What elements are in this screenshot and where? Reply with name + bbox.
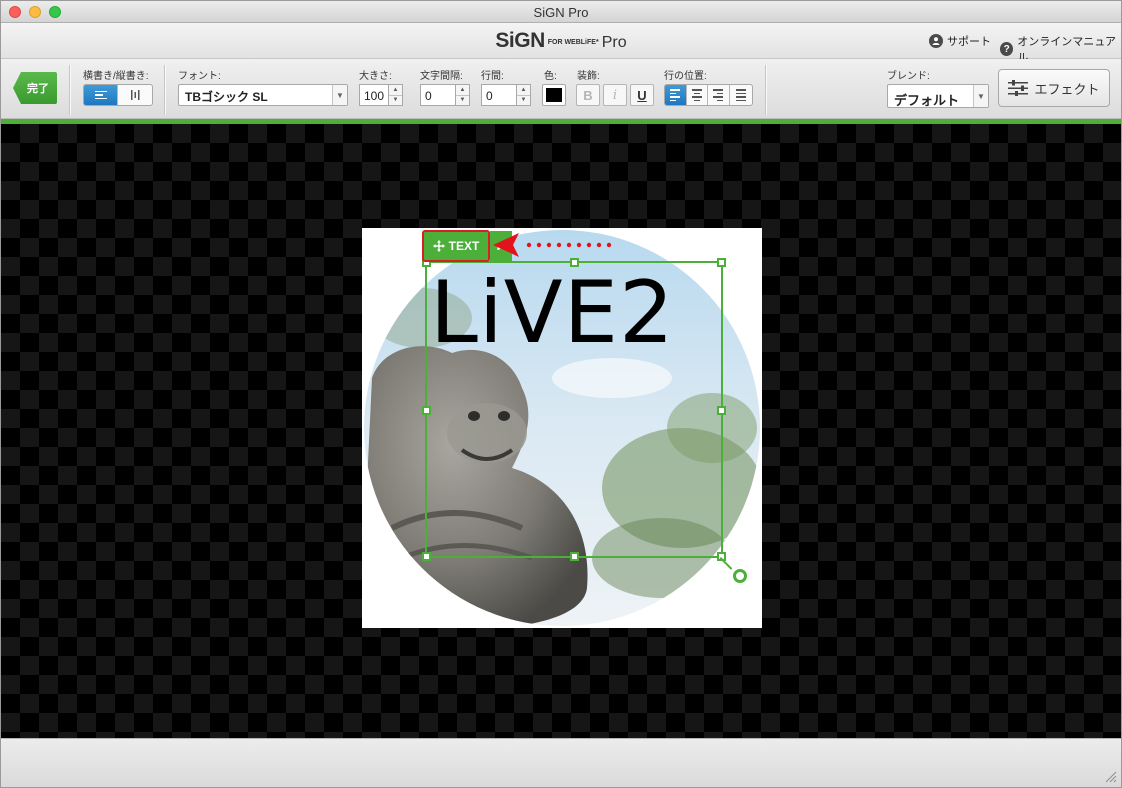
- font-value: TBゴシック SL: [185, 90, 268, 104]
- blend-select[interactable]: デフォルト ▼: [887, 84, 989, 108]
- toolbar-divider: [69, 65, 70, 115]
- blend-value: デフォルト: [894, 93, 960, 108]
- line-spacing-decrement-button[interactable]: ▼: [517, 96, 530, 106]
- effect-label: エフェクト: [1034, 81, 1100, 97]
- effect-button[interactable]: エフェクト: [998, 69, 1110, 107]
- horizontal-writing-button[interactable]: [84, 85, 119, 105]
- app-window: SiGN Pro SiGN FOR WEBLiFE* Pro サポート ? オンライ…: [0, 0, 1122, 788]
- window-title: SiGN Pro: [533, 5, 589, 20]
- toolbar-divider: [164, 65, 165, 115]
- horizontal-text-icon: [94, 90, 107, 100]
- alignment-toggle: [664, 84, 753, 106]
- toolbar-divider: [765, 65, 766, 115]
- font-label: フォント:: [178, 71, 221, 82]
- size-stepper: 100 ▲ ▼: [359, 84, 403, 106]
- font-select[interactable]: TBゴシック SL ▼: [178, 84, 348, 106]
- line-spacing-input[interactable]: 0: [481, 84, 517, 106]
- sliders-icon: [1008, 80, 1029, 96]
- support-label: サポート: [947, 36, 991, 48]
- text-layer[interactable]: LiVE2: [430, 270, 675, 356]
- char-spacing-increment-button[interactable]: ▲: [456, 85, 469, 96]
- move-icon: [432, 240, 445, 252]
- align-left-icon: [670, 89, 681, 101]
- resize-grip-icon[interactable]: [1103, 769, 1117, 783]
- orientation-toggle: [83, 84, 153, 106]
- logo-pro-text: Pro: [601, 34, 627, 51]
- canvas-workspace[interactable]: LiVE2 TEXT: [1, 124, 1121, 738]
- align-center-icon: [691, 89, 702, 101]
- size-increment-button[interactable]: ▲: [389, 85, 402, 96]
- vertical-text-icon: [131, 90, 140, 100]
- align-center-button[interactable]: [687, 85, 709, 105]
- char-spacing-stepper: 0 ▲ ▼: [420, 84, 470, 106]
- align-justify-button[interactable]: [730, 85, 752, 105]
- size-decrement-button[interactable]: ▼: [389, 96, 402, 106]
- size-input[interactable]: 100: [359, 84, 389, 106]
- alignment-label: 行の位置:: [664, 71, 707, 82]
- orientation-label: 横書き/縦書き:: [83, 71, 149, 82]
- italic-button[interactable]: i: [603, 84, 627, 106]
- chevron-down-icon: ▼: [973, 85, 988, 107]
- text-move-button[interactable]: TEXT: [422, 230, 490, 262]
- text-toolbar: 完了 横書き/縦書き: フォント: TBゴシック SL ▼ 大きさ: 100 ▲: [1, 59, 1121, 119]
- text-tag-label: TEXT: [448, 239, 480, 253]
- color-label: 色:: [544, 71, 557, 82]
- align-right-button[interactable]: [708, 85, 730, 105]
- char-spacing-decrement-button[interactable]: ▼: [456, 96, 469, 106]
- line-spacing-label: 行間:: [481, 71, 504, 82]
- align-right-icon: [713, 89, 724, 101]
- logo-main-text: SiGN: [495, 29, 545, 52]
- text-color-swatch[interactable]: [542, 84, 566, 106]
- bold-button[interactable]: B: [576, 84, 600, 106]
- underline-button[interactable]: U: [630, 84, 654, 106]
- size-label: 大きさ:: [359, 71, 392, 82]
- vertical-writing-button[interactable]: [118, 85, 152, 105]
- done-button[interactable]: 完了: [13, 72, 57, 104]
- support-link[interactable]: サポート: [929, 33, 991, 49]
- align-left-button[interactable]: [665, 85, 687, 105]
- user-icon: [929, 34, 943, 48]
- char-spacing-input[interactable]: 0: [420, 84, 456, 106]
- help-icon: ?: [1000, 42, 1014, 56]
- annotation-arrow: [493, 233, 612, 257]
- artboard[interactable]: LiVE2: [362, 228, 762, 628]
- line-spacing-stepper: 0 ▲ ▼: [481, 84, 531, 106]
- status-bar: [1, 738, 1121, 787]
- logo-sub-text: FOR WEBLiFE*: [547, 39, 599, 46]
- app-header: SiGN FOR WEBLiFE* Pro サポート ? オンラインマニュアル: [1, 23, 1121, 64]
- chevron-down-icon: ▼: [332, 85, 347, 105]
- blend-label: ブレンド:: [887, 71, 930, 82]
- align-justify-icon: [735, 89, 746, 101]
- line-spacing-increment-button[interactable]: ▲: [517, 85, 530, 96]
- color-swatch-fill: [546, 88, 562, 102]
- decoration-label: 装飾:: [577, 71, 600, 82]
- char-spacing-label: 文字間隔:: [420, 71, 463, 82]
- title-bar: SiGN Pro: [1, 1, 1121, 23]
- rotate-handle[interactable]: [733, 569, 747, 583]
